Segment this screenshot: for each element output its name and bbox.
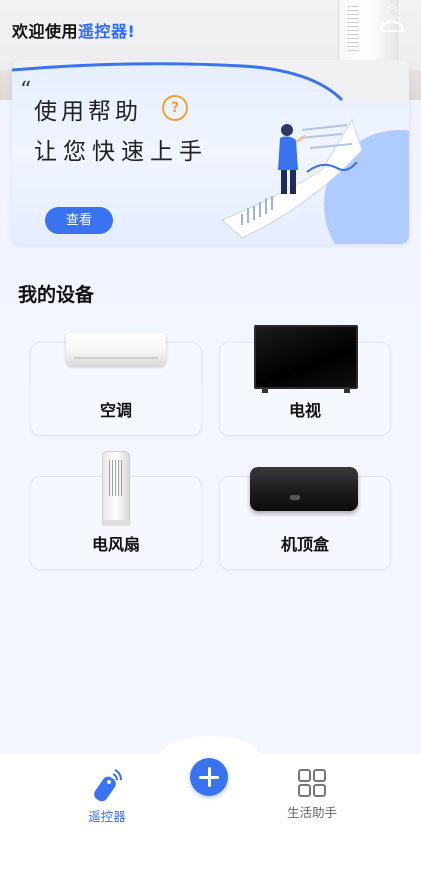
device-card-set-top-box[interactable]: 机顶盒 [219,467,391,570]
device-card-air-conditioner[interactable]: 空调 [30,333,202,436]
remote-control-icon [94,769,122,802]
set-top-box-image [250,467,358,511]
nav-item-life-assistant[interactable]: 生活助手 [270,768,354,821]
air-conditioner-image [66,333,166,365]
greeting-app-name: 遥控器 [78,22,128,41]
greeting-suffix: ! [127,22,136,41]
view-help-button[interactable]: 查看 [45,207,113,234]
device-card-electric-fan[interactable]: 电风扇 [30,451,202,570]
add-device-button[interactable] [190,758,228,796]
nav-label-remote: 遥控器 [88,809,126,824]
banner-title-line1: 使用帮助 [34,99,142,125]
banner-quote-mark: “ [20,78,32,103]
device-label: 电视 [288,401,321,420]
electric-fan-image [101,451,131,526]
my-devices-title: 我的设备 [18,284,95,306]
television-image [254,325,358,393]
grid-icon [298,769,326,797]
device-label: 空调 [99,401,132,420]
greeting-text: 欢迎使用遥控器! [12,18,135,42]
user-icon [379,6,405,32]
bottom-nav: 遥控器 生活助手 [0,736,421,887]
help-illustration [221,118,363,239]
device-label: 机顶盒 [280,535,329,554]
device-label: 电风扇 [91,535,140,554]
profile-button[interactable] [378,4,406,34]
nav-item-remote[interactable]: 遥控器 [72,768,142,825]
help-banner[interactable]: “ 使用帮助 ? 让您快速上手 查看 [12,60,409,244]
question-icon: ? [162,95,188,121]
banner-title-line2: 让您快速上手 [34,139,208,165]
greeting-prefix: 欢迎使用 [12,22,79,41]
device-card-television[interactable]: 电视 [219,325,391,436]
nav-label-life-assistant: 生活助手 [286,805,337,820]
